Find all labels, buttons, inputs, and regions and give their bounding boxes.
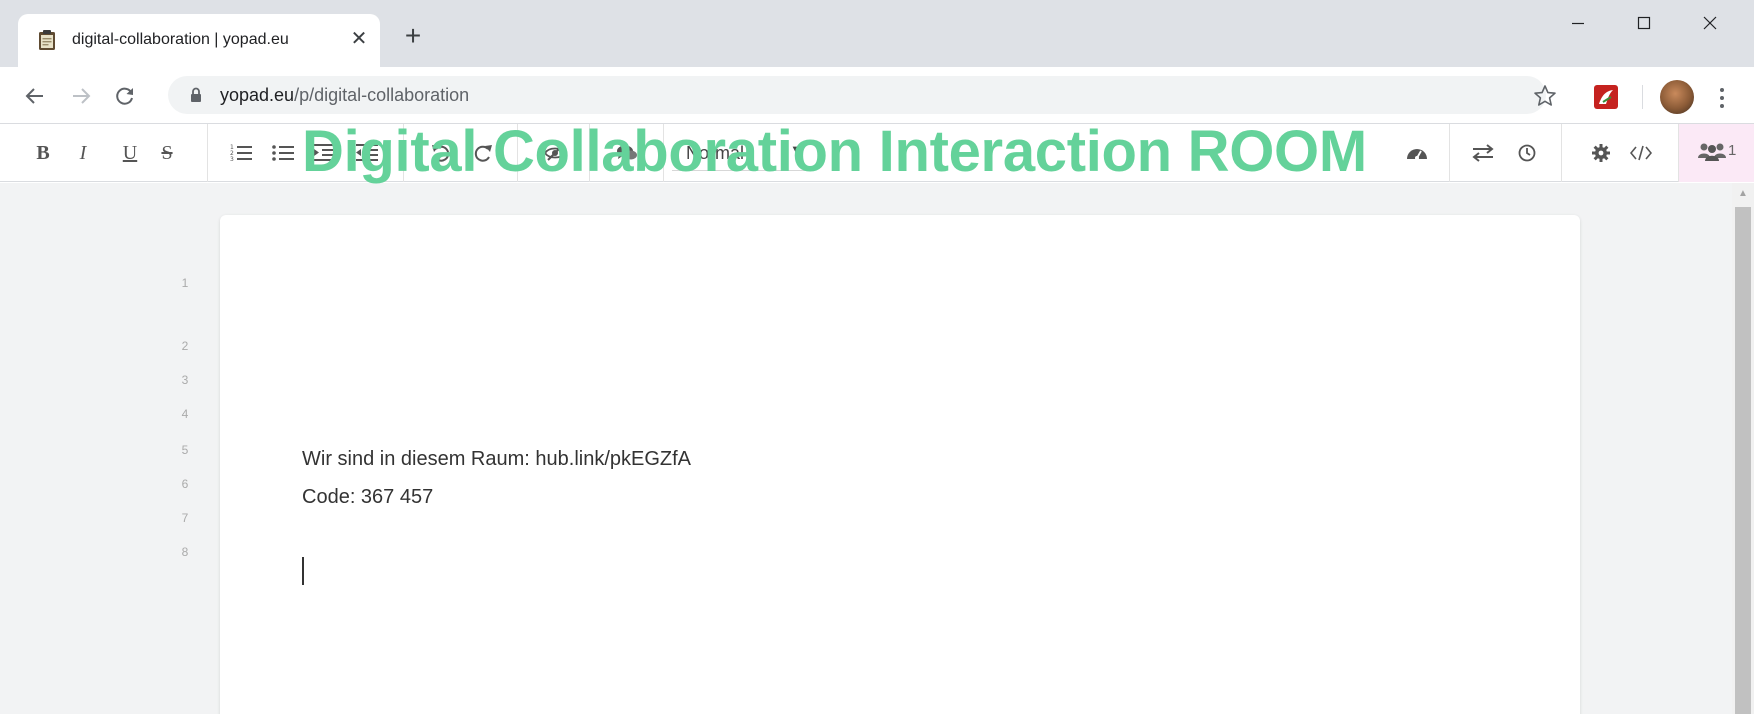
window-close-button[interactable] <box>1690 8 1730 38</box>
profile-avatar[interactable] <box>1660 80 1694 114</box>
reload-button[interactable] <box>110 81 140 111</box>
users-icon <box>1698 143 1726 161</box>
line-number: 3 <box>181 373 189 387</box>
address-bar[interactable]: yopad.eu/p/digital-collaboration <box>168 76 1556 114</box>
gear-icon <box>1592 144 1610 162</box>
menu-dot <box>1720 104 1724 108</box>
line-number: 4 <box>181 407 189 421</box>
bullet-list-icon <box>272 145 294 161</box>
close-icon <box>1703 16 1717 30</box>
maximize-icon <box>1637 16 1651 30</box>
line-number: 8 <box>181 545 189 559</box>
toolbar-separator <box>1642 85 1643 109</box>
maximize-button[interactable] <box>1624 8 1664 38</box>
embed-code-button[interactable] <box>1628 140 1654 166</box>
bold-button[interactable]: B <box>30 140 56 166</box>
bullet-list-button[interactable] <box>270 140 296 166</box>
timeline-group <box>1450 124 1562 182</box>
document-line-code[interactable]: Code: 367 457 <box>302 486 433 509</box>
url-path: /p/digital-collaboration <box>294 85 470 105</box>
dashboard-group <box>1384 124 1450 182</box>
extension-icon[interactable] <box>1594 85 1618 109</box>
settings-button[interactable] <box>1588 140 1614 166</box>
browser-tabstrip: digital-collaboration | yopad.eu ✕ + <box>0 0 1754 67</box>
browser-tab[interactable]: digital-collaboration | yopad.eu ✕ <box>18 14 380 67</box>
document-heading[interactable]: Digital Collaboration Interaction ROOM <box>302 118 1367 185</box>
text-cursor <box>302 557 304 585</box>
minimize-button[interactable] <box>1558 8 1598 38</box>
browser-navbar: yopad.eu/p/digital-collaboration <box>0 67 1754 124</box>
format-group: B I U S <box>0 124 208 182</box>
reload-icon <box>116 87 133 105</box>
clipboard-icon <box>39 30 55 50</box>
minimize-icon <box>1572 22 1584 25</box>
forward-arrow-icon <box>73 88 91 104</box>
document-area: 1 2 3 4 5 6 7 8 <box>0 183 1732 714</box>
line-number: 6 <box>181 477 189 491</box>
clock-icon <box>1518 144 1536 162</box>
import-export-button[interactable] <box>1470 140 1496 166</box>
forward-button[interactable] <box>66 81 96 111</box>
back-arrow-icon <box>25 88 43 104</box>
line-number: 5 <box>181 443 189 457</box>
document-line-room[interactable]: Wir sind in diesem Raum: hub.link/pkEGZf… <box>302 448 691 471</box>
svg-text:3: 3 <box>230 156 234 163</box>
users-count: 1 <box>1728 142 1737 159</box>
vertical-scrollbar[interactable]: ▲ <box>1732 183 1754 714</box>
underline-button[interactable]: U <box>117 140 143 166</box>
scroll-up-arrow-icon[interactable]: ▲ <box>1732 183 1754 205</box>
ordered-list-icon: 1 2 3 <box>230 144 252 163</box>
line-number: 2 <box>181 339 189 353</box>
lock-icon <box>191 87 201 102</box>
exchange-arrows-icon <box>1472 144 1494 162</box>
code-icon <box>1630 145 1652 161</box>
url-text: yopad.eu/p/digital-collaboration <box>220 85 469 106</box>
bookmark-star-icon[interactable] <box>1532 83 1558 109</box>
italic-button[interactable]: I <box>70 140 96 166</box>
ordered-list-button[interactable]: 1 2 3 <box>228 140 254 166</box>
tab-close-icon[interactable]: ✕ <box>346 26 372 52</box>
scrollbar-thumb[interactable] <box>1735 207 1751 714</box>
extension-logo-icon <box>1599 90 1613 104</box>
back-button[interactable] <box>20 81 50 111</box>
new-tab-button[interactable]: + <box>398 22 428 52</box>
line-number: 1 <box>181 276 189 290</box>
strikethrough-button[interactable]: S <box>154 140 180 166</box>
tab-title: digital-collaboration | yopad.eu <box>72 31 289 48</box>
users-button[interactable]: 1 <box>1678 124 1754 182</box>
line-number: 7 <box>181 511 189 525</box>
timeslider-button[interactable] <box>1514 140 1540 166</box>
browser-menu-icon[interactable] <box>1712 85 1732 111</box>
dashboard-gauge-icon <box>1407 149 1427 160</box>
menu-dot <box>1720 88 1724 92</box>
dashboard-button[interactable] <box>1404 140 1430 166</box>
settings-group <box>1562 124 1678 182</box>
menu-dot <box>1720 96 1724 100</box>
url-domain: yopad.eu <box>220 85 295 105</box>
